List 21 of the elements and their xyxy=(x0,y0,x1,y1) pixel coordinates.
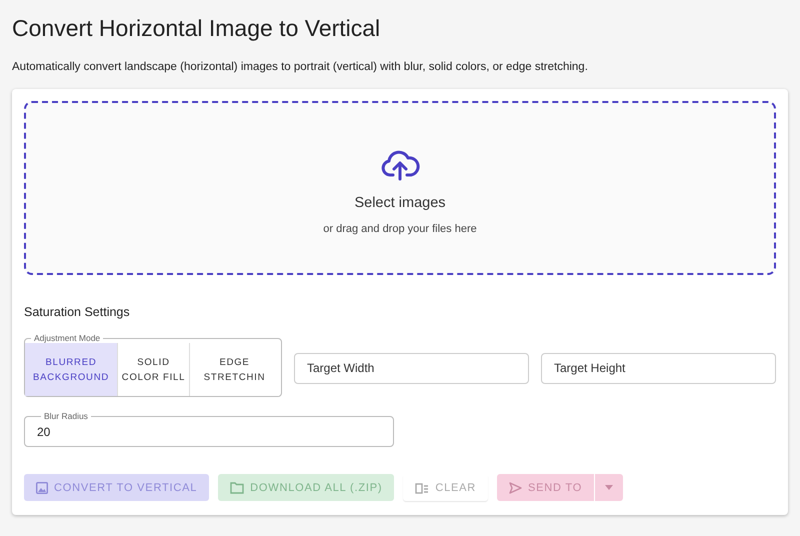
drop-hint: or drag and drop your files here xyxy=(323,223,477,235)
blur-radius-value[interactable]: 20 xyxy=(35,421,69,443)
settings-heading: Saturation Settings xyxy=(24,305,131,319)
clear-list-icon xyxy=(415,482,430,494)
dropdown-button[interactable] xyxy=(595,474,624,501)
adjustment-mode-label: Adjustment Mode xyxy=(33,333,102,343)
mode-toggle[interactable]: BLURRED BACKGROUND xyxy=(25,343,117,396)
blur-radius-label: Blur Radius xyxy=(43,411,89,421)
caret-icon xyxy=(605,485,614,490)
send-icon xyxy=(509,482,522,494)
drop-zone[interactable]: Select images or drag and drop your files here xyxy=(24,101,776,275)
cloud-upload-icon xyxy=(380,149,420,181)
image-icon xyxy=(36,482,48,494)
page-description: Automatically convert landscape (horizontal) images to portrait (vertical) with blur, solid colors, or edge stretching. xyxy=(12,61,589,73)
page-title: Convert Horizontal Image to Vertical xyxy=(12,14,382,43)
select-images-label: Select images xyxy=(354,195,446,211)
target-width-field[interactable]: Target Width xyxy=(294,352,529,384)
folder-icon xyxy=(230,482,244,494)
target-height-field[interactable]: Target Height xyxy=(541,352,776,384)
blur-radius-field[interactable]: Blur Radius 20 xyxy=(24,411,394,447)
mode-toggle[interactable]: EDGE STRETCHIN xyxy=(189,343,279,396)
